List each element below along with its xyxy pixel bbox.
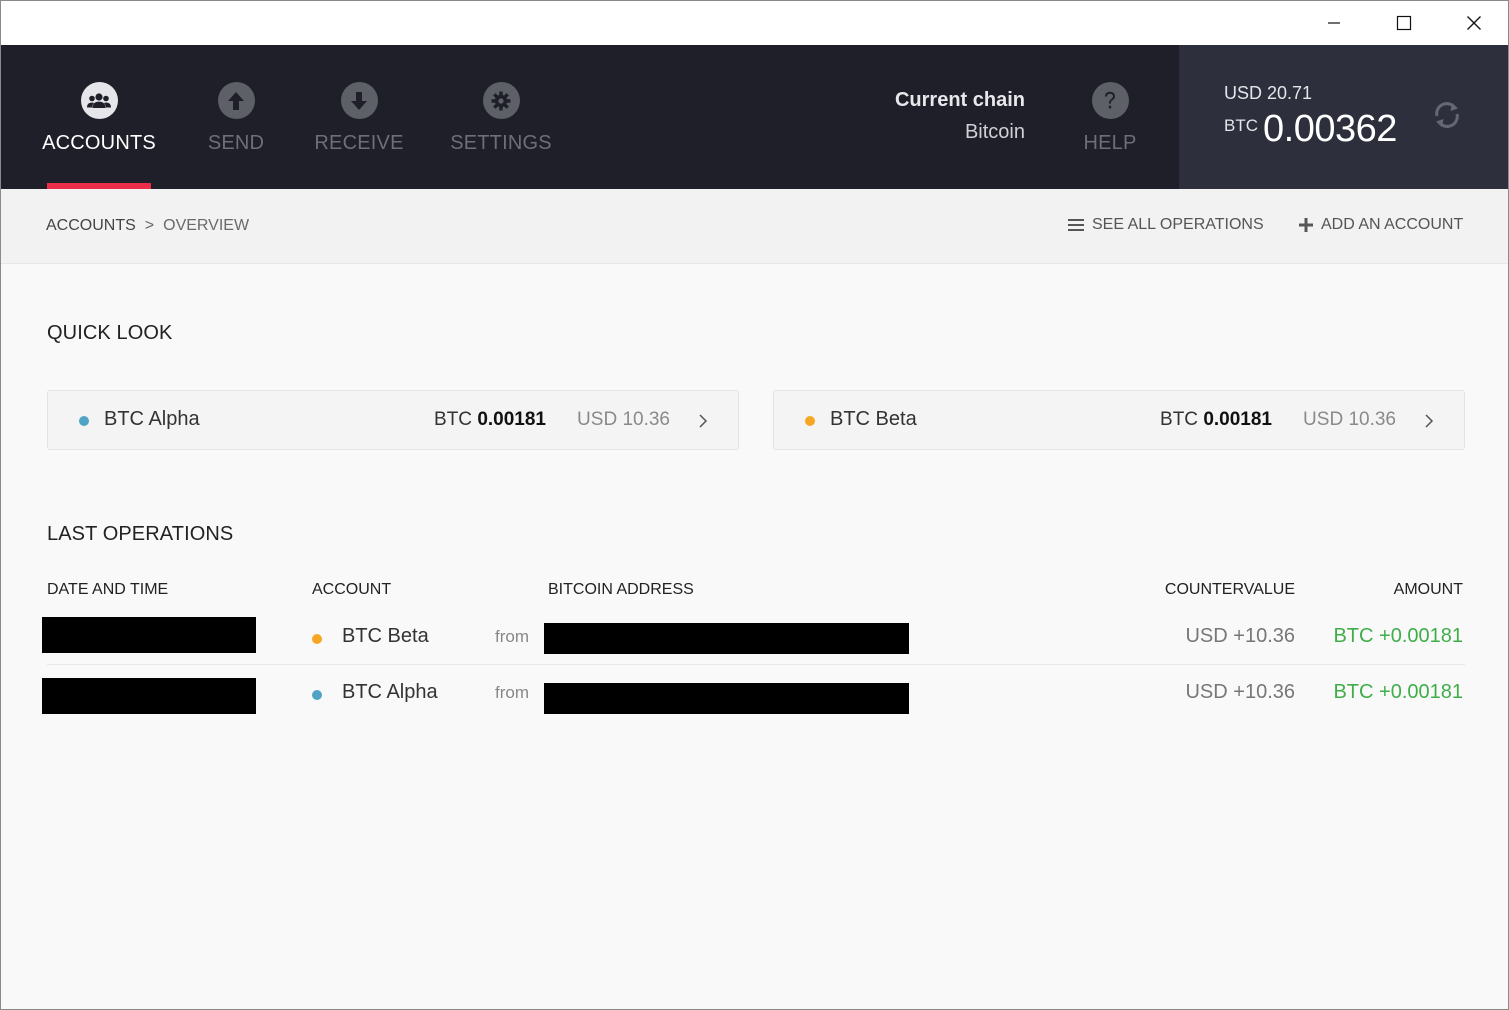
account-card-btc-beta[interactable]: BTC Beta BTC 0.00181 USD 10.36: [773, 390, 1465, 450]
see-all-operations-label: SEE ALL OPERATIONS: [1092, 216, 1264, 233]
account-card-btc-alpha[interactable]: BTC Alpha BTC 0.00181 USD 10.36: [47, 390, 739, 450]
arrow-up-icon: [217, 82, 255, 119]
close-icon: [1467, 16, 1481, 30]
redacted-date: [42, 678, 256, 714]
account-card-btc-unit: BTC: [1160, 409, 1199, 430]
see-all-operations-button[interactable]: SEE ALL OPERATIONS: [1068, 216, 1264, 234]
redacted-address: [544, 683, 909, 714]
nav-accounts[interactable]: ACCOUNTS: [42, 45, 156, 189]
help-icon: [1091, 82, 1129, 119]
account-card-btc: BTC 0.00181: [1160, 409, 1272, 431]
gear-icon: [482, 82, 520, 119]
account-card-btc-unit: BTC: [434, 409, 473, 430]
account-card-name: BTC Beta: [830, 408, 917, 430]
column-header-account: ACCOUNT: [312, 581, 392, 598]
nav-settings-label: SETTINGS: [450, 132, 552, 154]
nav-settings[interactable]: SETTINGS: [450, 45, 552, 189]
operation-countervalue: USD +10.36: [1185, 681, 1295, 703]
nav-send[interactable]: SEND: [206, 45, 266, 189]
operation-countervalue: USD +10.36: [1185, 625, 1295, 647]
balance-panel: USD 20.71 BTC 0.00362: [1179, 45, 1508, 189]
nav-help[interactable]: HELP: [1081, 45, 1139, 189]
account-color-dot: [312, 634, 322, 644]
account-card-usd: USD 10.36: [577, 409, 670, 430]
account-card-btc: BTC 0.00181: [434, 409, 546, 431]
quick-look-title: QUICK LOOK: [47, 322, 173, 344]
balance-btc-value: 0.00362: [1263, 108, 1397, 150]
operation-account: BTC Beta: [342, 625, 429, 647]
operation-from-label: from: [495, 683, 529, 702]
current-chain-title: Current chain: [894, 89, 1025, 111]
breadcrumb-separator: >: [144, 217, 155, 234]
balance-usd: USD 20.71: [1224, 83, 1313, 103]
operation-from-label: from: [495, 627, 529, 646]
app-window: ACCOUNTS SEND RECEIVE SETTINGS Current c…: [0, 0, 1509, 1010]
chevron-right-icon: [699, 414, 708, 428]
last-operations-title: LAST OPERATIONS: [47, 523, 234, 545]
plus-icon: [1299, 218, 1313, 232]
refresh-icon: [1435, 102, 1459, 128]
account-color-dot: [805, 416, 815, 426]
minimize-button[interactable]: [1299, 1, 1369, 45]
refresh-button[interactable]: [1431, 99, 1463, 131]
breadcrumb-bar: ACCOUNTS > OVERVIEW SEE ALL OPERATIONS ADD…: [1, 189, 1508, 264]
operation-account: BTC Alpha: [342, 681, 438, 703]
close-button[interactable]: [1439, 1, 1508, 45]
breadcrumb-accounts[interactable]: ACCOUNTS: [46, 217, 136, 234]
nav-send-label: SEND: [207, 132, 265, 154]
account-card-btc-value: 0.00181: [477, 409, 546, 430]
balance-btc-unit: BTC: [1224, 116, 1258, 135]
table-row[interactable]: BTC Alpha from USD +10.36 BTC +0.00181: [1, 665, 1508, 721]
operation-amount: BTC +0.00181: [1333, 681, 1463, 703]
nav-receive[interactable]: RECEIVE: [314, 45, 403, 189]
redacted-date: [42, 617, 256, 653]
breadcrumb: ACCOUNTS > OVERVIEW: [46, 217, 249, 235]
users-icon: [80, 82, 118, 119]
nav-receive-label: RECEIVE: [314, 132, 404, 154]
redacted-address: [544, 623, 909, 654]
list-icon: [1068, 219, 1084, 231]
column-header-address: BITCOIN ADDRESS: [548, 581, 694, 598]
add-account-button[interactable]: ADD AN ACCOUNT: [1299, 216, 1463, 234]
operation-amount: BTC +0.00181: [1333, 625, 1463, 647]
add-account-label: ADD AN ACCOUNT: [1321, 216, 1464, 233]
current-chain-value: Bitcoin: [964, 121, 1025, 143]
current-chain: Current chain Bitcoin: [895, 89, 1025, 144]
account-card-btc-value: 0.00181: [1203, 409, 1272, 430]
column-header-amount: AMOUNT: [1393, 581, 1463, 598]
minimize-icon: [1328, 22, 1340, 24]
nav-help-label: HELP: [1083, 132, 1137, 154]
account-card-usd: USD 10.36: [1303, 409, 1396, 430]
account-color-dot: [79, 416, 89, 426]
top-navigation: ACCOUNTS SEND RECEIVE SETTINGS Current c…: [1, 45, 1508, 189]
arrow-down-icon: [340, 82, 378, 119]
column-header-date: DATE AND TIME: [47, 581, 169, 598]
title-bar: [1, 1, 1508, 45]
column-header-countervalue: COUNTERVALUE: [1164, 581, 1295, 598]
chevron-right-icon: [1425, 414, 1434, 428]
account-card-name: BTC Alpha: [104, 408, 200, 430]
maximize-icon: [1396, 15, 1412, 31]
nav-accounts-label: ACCOUNTS: [42, 132, 156, 154]
table-row[interactable]: BTC Beta from USD +10.36 BTC +0.00181: [1, 609, 1508, 665]
breadcrumb-overview: OVERVIEW: [163, 217, 250, 234]
account-color-dot: [312, 690, 322, 700]
maximize-button[interactable]: [1369, 1, 1439, 45]
